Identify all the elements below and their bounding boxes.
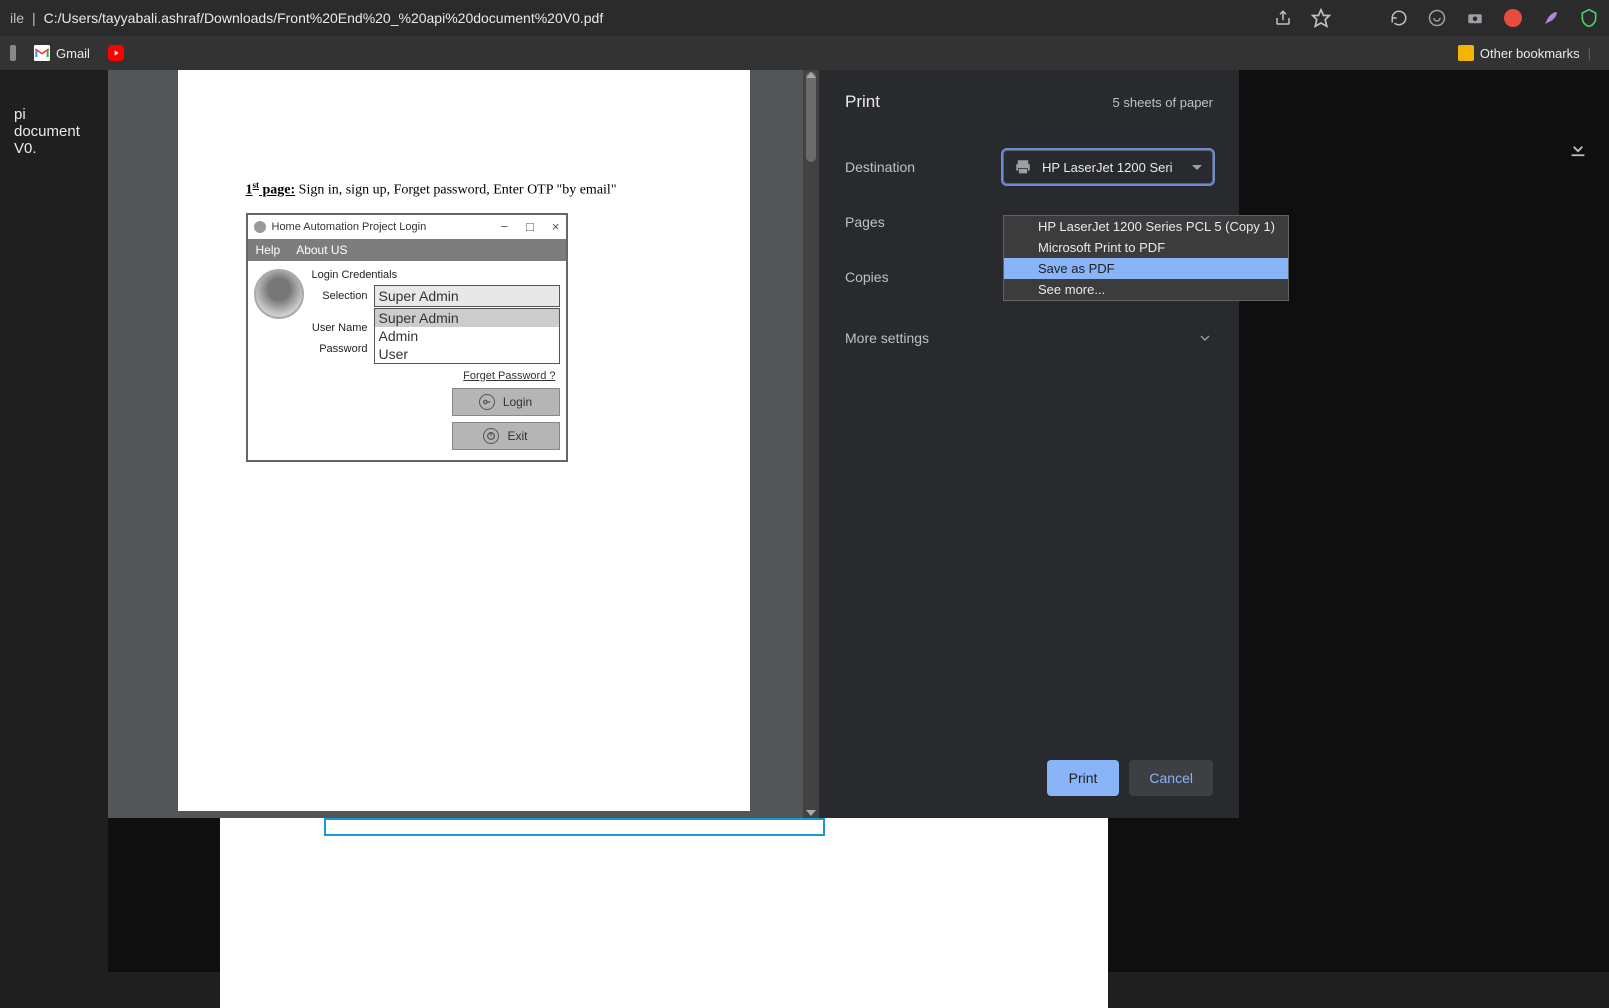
gmail-icon [34,45,50,61]
login-title-text: Home Automation Project Login [272,221,427,233]
menu-help: Help [256,243,281,257]
dest-option-savepdf[interactable]: Save as PDF [1004,258,1288,279]
bookmark-gmail[interactable]: Gmail [34,45,90,61]
bookmark-favicon [10,45,16,61]
destination-select[interactable]: HP LaserJet 1200 Seri [1003,150,1213,184]
page-heading: 1st page: Sign in, sign up, Forget passw… [246,180,682,199]
underlying-highlight-box [324,818,825,836]
extension-grammarly-icon[interactable] [1427,8,1447,28]
scroll-thumb[interactable] [806,72,816,162]
forget-password-link: Forget Password ? [310,370,556,382]
more-settings-toggle[interactable]: More settings [845,324,1213,352]
url-prefix: ile [10,10,24,26]
print-button[interactable]: Print [1047,760,1120,796]
printer-icon [1014,158,1032,176]
pdf-tab-label: pi document V0. [0,70,108,165]
folder-icon [1458,45,1474,61]
chevron-down-icon [1192,165,1202,170]
more-settings-label: More settings [845,330,929,346]
share-icon[interactable] [1273,8,1293,28]
cancel-button[interactable]: Cancel [1129,760,1213,796]
label-selection: Selection [310,290,374,302]
dest-option-msprint[interactable]: Microsoft Print to PDF [1004,237,1288,258]
heading-page-word: page: [259,183,295,198]
bookmark-youtube[interactable] [108,45,124,61]
login-menubar: Help About US [248,239,566,261]
selection-value: Super Admin [379,288,459,304]
scroll-down-icon[interactable] [806,810,816,816]
other-bookmarks[interactable]: Other bookmarks [1458,45,1580,61]
chevron-down-icon [1197,330,1213,346]
selection-dropdown-list: Super Admin Admin User [374,308,560,364]
dd-opt-admin: Admin [375,327,559,345]
pdf-page-preview: 1st page: Sign in, sign up, Forget passw… [178,70,750,811]
print-settings-pane: Print 5 sheets of paper Destination HP L… [819,70,1239,818]
dd-opt-user: User [375,345,559,363]
bookmark-gmail-label: Gmail [56,46,90,61]
bookmark-star-icon[interactable] [1311,8,1331,28]
youtube-icon [108,45,124,61]
close-icon: × [552,219,560,234]
key-icon [479,394,495,410]
exit-button-mock: Exit [452,422,560,450]
extension-adblock-icon[interactable] [1503,8,1523,28]
login-app-icon [254,221,266,233]
destination-dropdown-menu: HP LaserJet 1200 Series PCL 5 (Copy 1) M… [1003,215,1289,301]
print-dialog: 1st page: Sign in, sign up, Forget passw… [108,70,1239,818]
login-button-mock: Login [452,388,560,416]
scroll-up-icon[interactable] [806,72,816,78]
destination-label: Destination [845,159,1003,175]
underlying-page [220,818,1108,1008]
refresh-icon[interactable] [1389,8,1409,28]
browser-address-bar: ile | C:/Users/tayyabali.ashraf/Download… [0,0,1609,36]
login-titlebar: Home Automation Project Login − □ × [248,215,566,239]
extension-shield-icon[interactable] [1579,8,1599,28]
bookmark-item-unknown[interactable] [10,45,16,61]
login-form-title: Login Credentials [312,269,560,281]
power-icon [483,428,499,444]
preview-scrollbar[interactable] [803,70,819,818]
destination-value: HP LaserJet 1200 Seri [1042,160,1182,175]
login-window-mock: Home Automation Project Login − □ × Help… [246,213,568,462]
login-button-label: Login [503,395,532,409]
selection-dropdown: Super Admin [374,285,560,307]
other-bookmarks-label: Other bookmarks [1480,46,1580,61]
dest-option-seemore[interactable]: See more... [1004,279,1288,300]
print-dialog-title: Print [845,92,880,112]
copies-label: Copies [845,269,1003,285]
sheets-count: 5 sheets of paper [1113,95,1213,110]
exit-button-label: Exit [507,429,527,443]
extension-feather-icon[interactable] [1541,8,1561,28]
viewer-left-strip: pi document V0. [0,70,108,144]
url-text[interactable]: C:/Users/tayyabali.ashraf/Downloads/Fron… [44,10,604,26]
downloads-icon[interactable] [1567,136,1589,158]
minimize-icon: − [500,219,508,234]
pages-label: Pages [845,214,1003,230]
heading-rest: Sign in, sign up, Forget password, Enter… [295,183,616,198]
dest-option-hp[interactable]: HP LaserJet 1200 Series PCL 5 (Copy 1) [1004,216,1288,237]
extension-camera-icon[interactable] [1465,8,1485,28]
menu-about: About US [296,243,347,257]
maximize-icon: □ [526,219,534,234]
dd-opt-super-admin: Super Admin [375,309,559,327]
bookmarks-bar: Gmail Other bookmarks | [0,36,1609,70]
heading-num: 1 [246,183,253,198]
label-password: Password [310,343,374,355]
login-logo [254,269,304,450]
label-username: User Name [310,322,374,334]
separator: | [32,10,36,26]
bookmarks-divider: | [1588,46,1591,61]
print-preview-pane: 1st page: Sign in, sign up, Forget passw… [108,70,819,818]
